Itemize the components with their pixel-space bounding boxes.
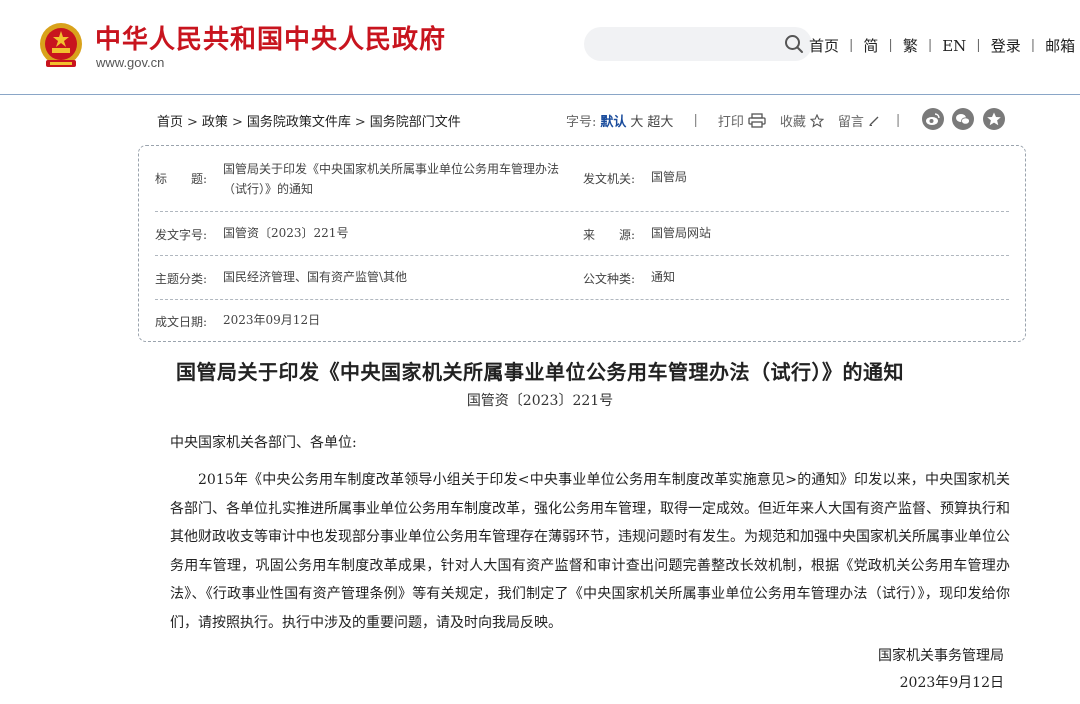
nav-separator: | [976,38,981,53]
info-date-value: 2023年09月12日 [223,313,321,327]
nav-english[interactable]: EN [942,37,966,55]
breadcrumb-policy-library[interactable]: 国务院政策文件库 [247,115,351,130]
search-input[interactable] [584,27,812,61]
nav-separator: | [927,38,933,53]
wechat-icon [956,114,970,125]
nav-separator: | [1030,38,1036,53]
nav-login[interactable]: 登录 [991,35,1021,56]
site-url[interactable]: www.gov.cn [96,55,164,70]
info-type-value: 通知 [651,270,676,284]
nav-separator: | [849,38,854,53]
document-info-panel: 标 题: 国管局关于印发《中央国家机关所属事业单位公务用车管理办法（试行）》的通… [138,145,1026,342]
font-size-xlarge[interactable]: 超大 [647,111,673,130]
font-size-large[interactable]: 大 [630,111,643,130]
print-button[interactable]: 打印 [718,111,766,130]
info-source-label: 来 源: [583,228,636,242]
breadcrumb-home[interactable]: 首页 [157,115,183,130]
info-issuer-label: 发文机关: [583,172,636,186]
comment-button[interactable]: 留言 [838,111,880,130]
info-type-label: 公文种类: [583,272,636,286]
pencil-icon [869,116,879,126]
document-number: 国管资〔2023〕221号 [466,393,614,409]
info-topic-value: 国民经济管理、国有资产监管\其他 [223,270,408,284]
info-topic-label: 主题分类: [155,272,208,286]
search-icon[interactable] [784,34,804,54]
document-title: 国管局关于印发《中央国家机关所属事业单位公务用车管理办法（试行）》的通知 [176,360,904,384]
nav-home[interactable]: 首页 [809,35,839,56]
document-paragraph: 2015年《中央公务用车制度改革领导小组关于印发<中央事业单位公务用车制度改革实… [170,472,1010,631]
comment-label: 留言 [837,115,864,130]
nav-mail[interactable]: 邮箱 [1045,35,1075,56]
document-signer: 国家机关事务管理局 [878,648,1004,664]
national-emblem-icon[interactable] [38,22,84,70]
breadcrumb-policy[interactable]: 政策 [202,115,228,130]
nav-separator: | [888,38,893,53]
breadcrumb-department-docs[interactable]: 国务院部门文件 [370,115,461,130]
print-label: 打印 [717,115,744,130]
info-issuer-value: 国管局 [651,170,688,184]
document-sign-date: 2023年9月12日 [899,675,1004,691]
star-outline-icon [809,113,824,128]
info-date-label: 成文日期: [155,315,208,329]
nav-simplified[interactable]: 简 [863,35,878,56]
info-source-value: 国管局网站 [651,226,712,240]
info-row-title: 标 题: 国管局关于印发《中央国家机关所属事业单位公务用车管理办法（试行）》的通… [155,146,1009,212]
weibo-share-button[interactable] [922,108,944,130]
font-size-label: 字号: [566,115,597,130]
info-row-docno: 发文字号: 国管资〔2023〕221号 来 源: 国管局网站 [155,212,1009,256]
page-tools: 字号: 默认 大 超大 | 打印 收藏 留言 | [566,111,901,130]
info-row-date: 成文日期: 2023年09月12日 [155,300,1009,340]
info-title-value: 国管局关于印发《中央国家机关所属事业单位公务用车管理办法（试行）》的通知 [223,162,560,196]
star-icon [987,112,1001,126]
info-docno-label: 发文字号: [155,228,208,242]
site-header: 中华人民共和国中央人民政府 www.gov.cn 首页 | 简 | 繁 | EN… [0,0,1080,95]
info-docno-value: 国管资〔2023〕221号 [223,226,349,240]
breadcrumb: 首页 > 政策 > 国务院政策文件库 > 国务院部门文件 [157,115,461,130]
printer-icon [748,113,766,128]
document-salutation: 中央国家机关各部门、各单位: [170,435,357,451]
weibo-icon [926,113,940,125]
favorite-share-button[interactable] [983,108,1005,130]
font-size-default[interactable]: 默认 [600,111,626,130]
info-row-topic: 主题分类: 国民经济管理、国有资产监管\其他 公文种类: 通知 [155,256,1009,300]
top-nav: 首页 | 简 | 繁 | EN | 登录 | 邮箱 [809,35,1075,56]
info-title-label: 标 题: [155,172,208,186]
nav-traditional[interactable]: 繁 [903,35,918,56]
wechat-share-button[interactable] [952,108,974,130]
favorite-button[interactable]: 收藏 [780,111,824,130]
favorite-label: 收藏 [779,115,806,130]
site-title[interactable]: 中华人民共和国中央人民政府 [95,19,446,56]
